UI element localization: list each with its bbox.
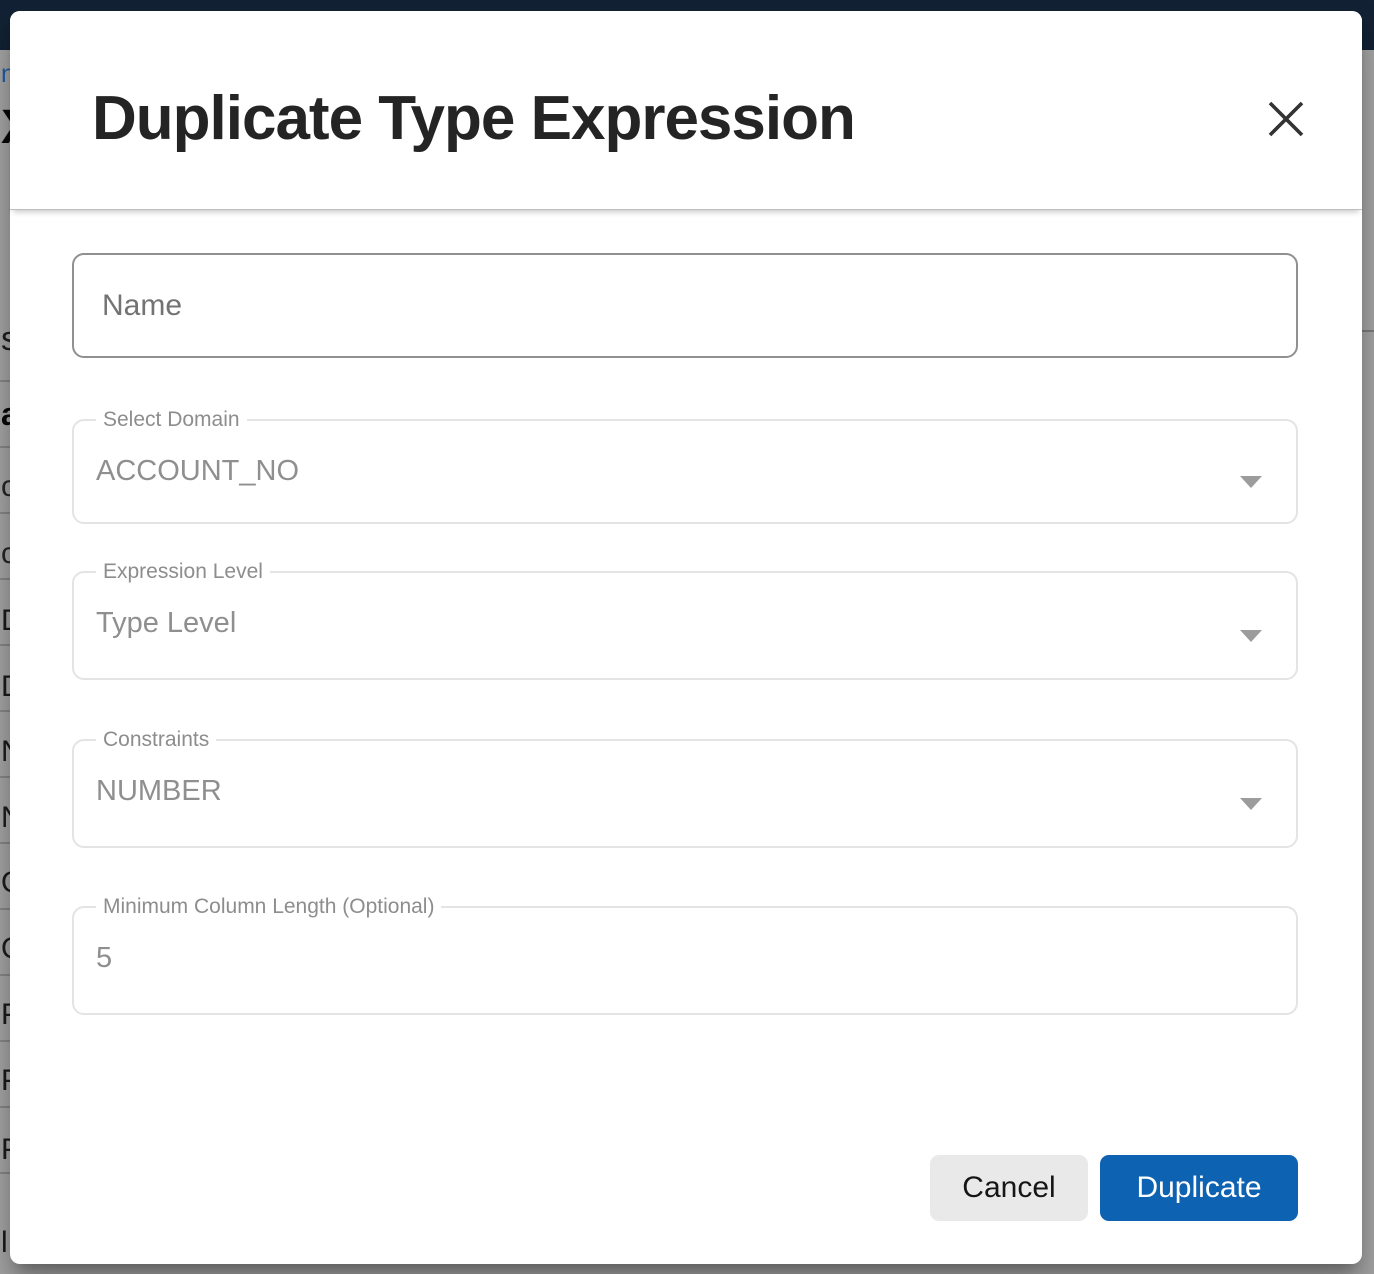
expression-level-dropdown[interactable]: Expression Level Type Level <box>72 560 1298 680</box>
minimum-column-length-field[interactable]: Minimum Column Length (Optional) 5 <box>72 895 1298 1015</box>
duplicate-type-expression-dialog: Duplicate Type Expression Select Domain … <box>10 11 1362 1264</box>
cancel-button[interactable]: Cancel <box>930 1155 1088 1221</box>
constraints-dropdown[interactable]: Constraints NUMBER <box>72 728 1298 848</box>
name-input[interactable] <box>72 253 1298 358</box>
minimum-column-length-value: 5 <box>96 942 1296 975</box>
constraints-value: NUMBER <box>96 775 1296 808</box>
dialog-body: Select Domain ACCOUNT_NO Expression Leve… <box>10 11 1362 1264</box>
duplicate-button[interactable]: Duplicate <box>1100 1155 1298 1221</box>
minimum-column-length-label: Minimum Column Length (Optional) <box>96 895 441 919</box>
select-domain-dropdown[interactable]: Select Domain ACCOUNT_NO <box>72 408 1298 524</box>
expression-level-label: Expression Level <box>96 560 270 584</box>
caret-down-icon <box>1240 798 1262 810</box>
expression-level-value: Type Level <box>96 607 1296 640</box>
select-domain-value: ACCOUNT_NO <box>96 455 1296 488</box>
constraints-label: Constraints <box>96 728 216 752</box>
caret-down-icon <box>1240 476 1262 488</box>
select-domain-label: Select Domain <box>96 408 247 432</box>
screen: ng X s a c c D D N N O O P P P l Duplica <box>0 0 1374 1274</box>
caret-down-icon <box>1240 630 1262 642</box>
